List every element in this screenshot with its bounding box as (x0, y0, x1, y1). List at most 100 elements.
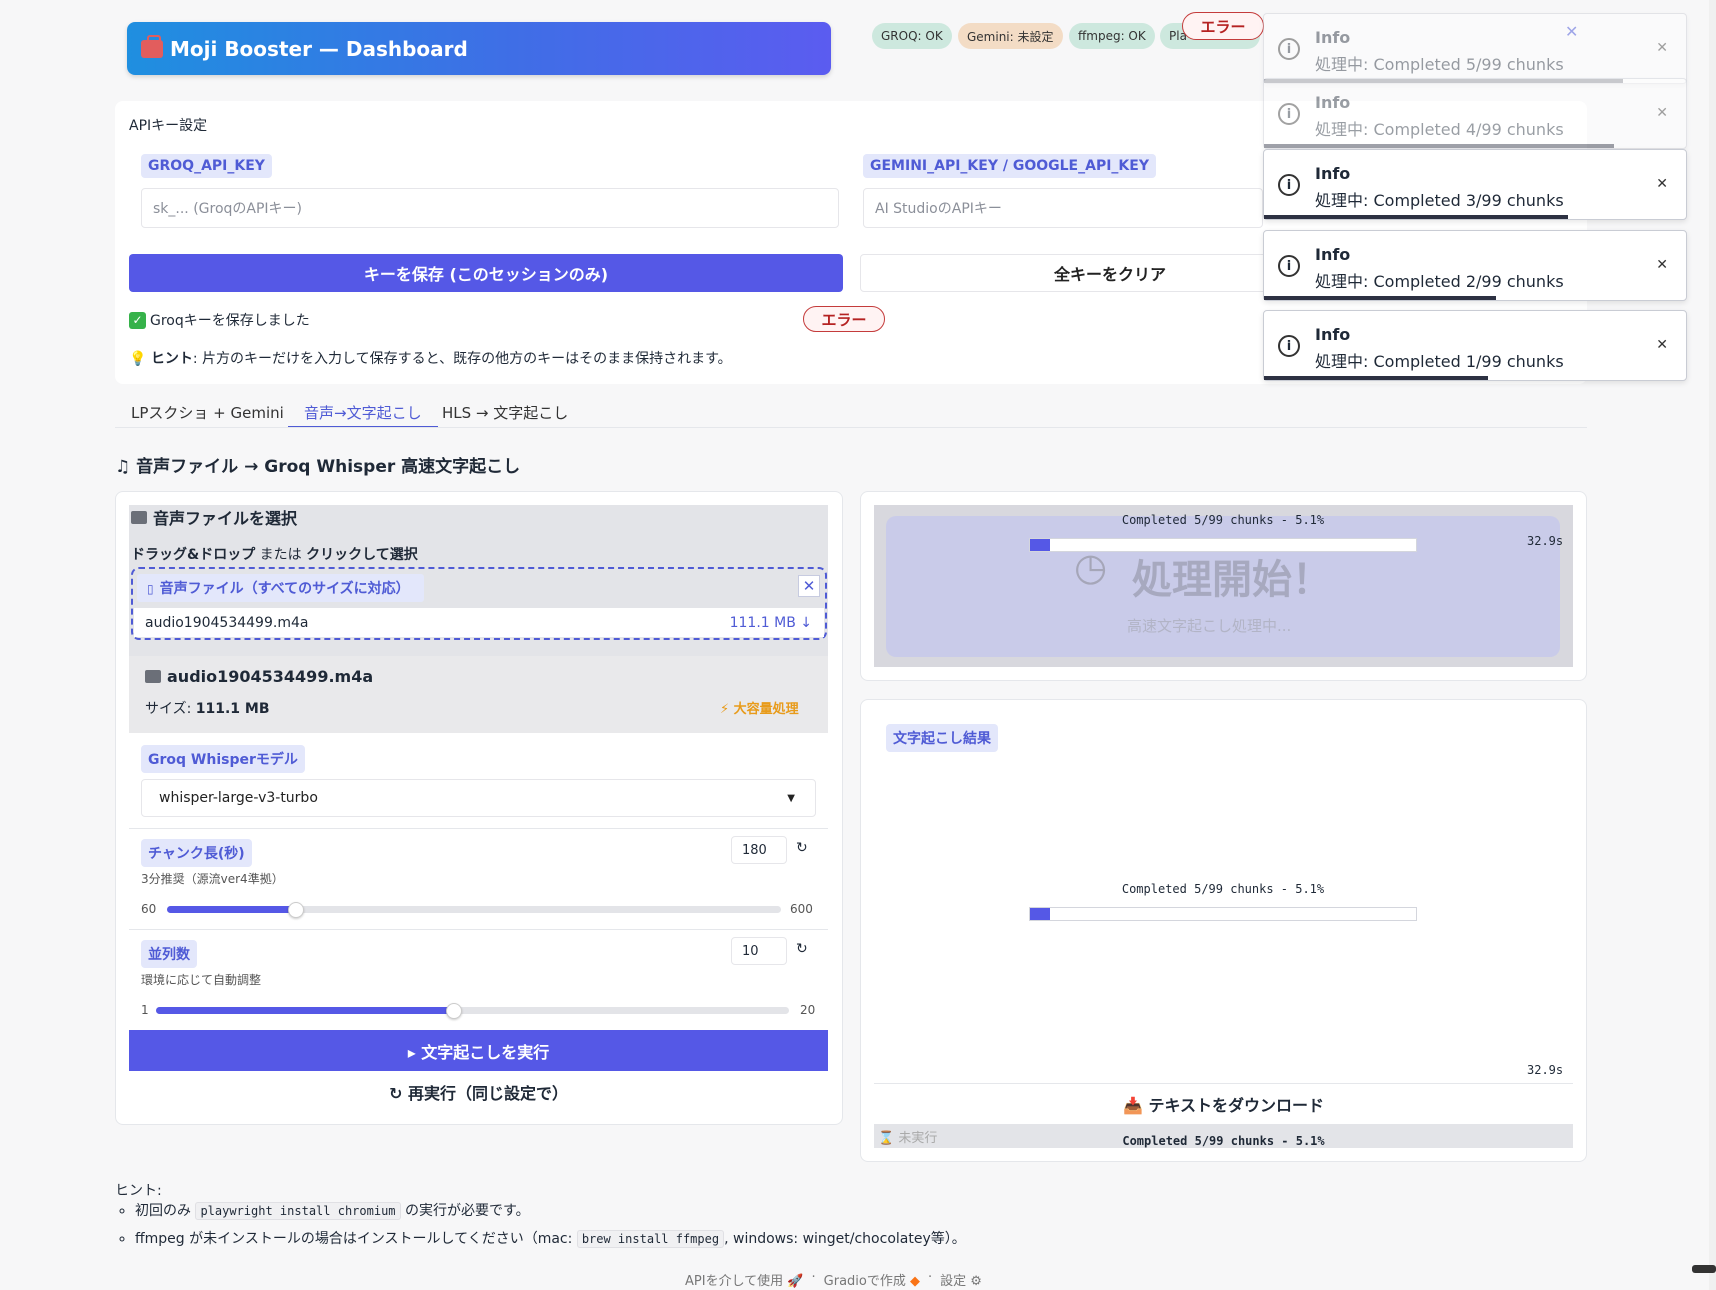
reload-icon: ↻ (389, 1084, 403, 1103)
chunk-slider-fill (167, 906, 296, 913)
app-title: Moji Booster — Dashboard (170, 36, 468, 61)
parallel-slider-fill (156, 1007, 454, 1014)
close-icon[interactable]: ✕ (1656, 40, 1668, 56)
close-icon[interactable]: ✕ (1656, 105, 1668, 121)
saved-message-text: Groqキーを保存しました (150, 313, 310, 329)
reset-icon[interactable]: ↻ (796, 840, 808, 856)
model-select[interactable]: whisper-large-v3-turbo ▼ (141, 779, 816, 817)
hint-item2-pre: ffmpeg が未インストールの場合はインストールしてください（mac: (135, 1231, 577, 1247)
file-icon: ▯ (147, 582, 154, 596)
divider (129, 828, 828, 829)
footer-separator: · (811, 1270, 816, 1285)
parallel-label: 並列数 (141, 940, 197, 968)
close-icon[interactable]: ✕ (1656, 257, 1668, 273)
lightbulb-icon: 💡 (129, 351, 147, 367)
footer-api-link[interactable]: APIを介して使用 🚀 (685, 1270, 804, 1289)
uploaded-file-size[interactable]: 111.1 MB ↓ (730, 615, 812, 631)
toast-notification[interactable]: i Info 処理中: Completed 4/99 chunks ✕ (1263, 78, 1687, 149)
close-icon[interactable]: ✕ (1656, 337, 1668, 353)
result-label: 文字起こし結果 (886, 724, 998, 752)
toast-progress (1264, 215, 1568, 219)
info-icon: i (1278, 38, 1300, 60)
footer-gradio-link[interactable]: Gradioで作成 ◆ (824, 1270, 920, 1289)
file-label-chip: ▯ 音声ファイル（すべてのサイズに対応） (137, 574, 424, 602)
gemini-key-input[interactable]: AI StudioのAPIキー (863, 188, 1263, 228)
divider (874, 1083, 1573, 1084)
tab-hls-transcribe[interactable]: HLS → 文字起こし (442, 402, 568, 428)
rerun-button[interactable]: ↻ 再実行（同じ設定で） (129, 1080, 828, 1104)
hint-item2-code: brew install ffmpeg (576, 1230, 725, 1248)
toast-message: 処理中: Completed 5/99 chunks (1315, 55, 1564, 74)
info-icon: i (1278, 174, 1300, 196)
parallel-number-input[interactable]: 10 (731, 937, 787, 965)
download-tray-icon: 📥 (1122, 1096, 1143, 1115)
toast-progress (1264, 144, 1615, 148)
toast-title: Info (1315, 28, 1351, 47)
scrollbar[interactable] (1709, 0, 1716, 1290)
gemini-status-badge: Gemini: 未設定 (958, 23, 1063, 49)
toast-notification[interactable]: i Info 処理中: Completed 3/99 chunks ✕ (1263, 149, 1687, 220)
toast-notification[interactable]: i Info 処理中: Completed 2/99 chunks ✕ (1263, 230, 1687, 301)
chunk-number-input[interactable]: 180 (731, 836, 787, 864)
scrollbar-thumb[interactable] (1692, 1265, 1716, 1273)
run-transcribe-button[interactable]: ▸ 文字起こしを実行 (129, 1030, 828, 1071)
model-value: whisper-large-v3-turbo (159, 790, 318, 806)
hint-line: 💡 ヒント: 片方のキーだけを入力して保存すると、既存の他方のキーはそのまま保持… (129, 348, 732, 368)
save-keys-button[interactable]: キーを保存 (このセッションのみ) (129, 254, 843, 292)
folder-icon (145, 670, 161, 683)
tab-audio-transcribe[interactable]: 音声→文字起こし (288, 402, 438, 428)
rerun-label: 再実行（同じ設定で） (407, 1084, 568, 1103)
chunk-slider-handle[interactable] (287, 902, 304, 918)
footer-settings-link[interactable]: 設定 ⚙ (940, 1270, 982, 1289)
parallel-max: 20 (800, 1003, 816, 1017)
groq-key-label: GROQ_API_KEY (141, 154, 272, 178)
result-progress-time: 32.9s (1527, 1063, 1564, 1077)
toolbox-icon (141, 34, 163, 58)
toast-title: Info (1315, 245, 1351, 264)
dnd-instruction: ドラッグ&ドロップ または クリックして選択 (131, 544, 418, 564)
footer-separator: · (928, 1270, 933, 1285)
close-icon[interactable]: ✕ (798, 575, 820, 597)
section-heading-text: 音声ファイル → Groq Whisper 高速文字起こし (136, 457, 521, 477)
dnd-bold-2: クリックして選択 (306, 547, 418, 563)
large-file-badge: ⚡ 大容量処理 (720, 702, 799, 717)
parallel-slider-handle[interactable] (445, 1003, 462, 1019)
section-heading: ♫ 音声ファイル → Groq Whisper 高速文字起こし (115, 452, 520, 477)
reset-icon[interactable]: ↻ (796, 941, 808, 957)
ffmpeg-status-badge: ffmpeg: OK (1069, 23, 1155, 49)
close-icon[interactable]: ✕ (1656, 176, 1668, 192)
uploaded-file-row[interactable]: audio1904534499.m4a 111.1 MB ↓ (134, 608, 824, 637)
hint-item: ffmpeg が未インストールの場合はインストールしてください（mac: bre… (135, 1228, 966, 1248)
error-pill-mid: エラー (803, 306, 885, 332)
download-label: テキストをダウンロード (1148, 1096, 1325, 1115)
chunk-desc: 3分推奨（源流ver4準拠） (141, 872, 284, 886)
tab-lp-screenshot[interactable]: LPスクショ + Gemini (131, 402, 284, 428)
toast-notification[interactable]: i Info 処理中: Completed 1/99 chunks ✕ (1263, 310, 1687, 381)
hint-item1-pre: 初回のみ (135, 1203, 196, 1219)
file-size-line: サイズ: 111.1 MB (145, 698, 270, 718)
hints-list: 初回のみ playwright install chromium の実行が必要で… (115, 1200, 966, 1256)
tab-underline (115, 427, 1587, 428)
hint-bold: ヒント (150, 351, 193, 367)
hint-item1-code: playwright install chromium (195, 1202, 401, 1220)
file-info-title: audio1904534499.m4a (145, 667, 373, 686)
toast-title: Info (1315, 93, 1351, 112)
ghost-status-sub: 高速文字起こし処理中... (1127, 617, 1292, 635)
toast-message: 処理中: Completed 4/99 chunks (1315, 120, 1564, 139)
chunk-label: チャンク長(秒) (141, 839, 252, 867)
folder-icon (131, 510, 147, 524)
footer-settings-text: 設定 (940, 1274, 967, 1289)
file-size-value: 111.1 MB (195, 701, 270, 717)
info-icon: i (1278, 103, 1300, 125)
progress-bar (1029, 538, 1417, 552)
dnd-mid: または (255, 547, 307, 563)
toast-notification[interactable]: i Info 処理中: Completed 5/99 chunks ✕ (1263, 13, 1687, 84)
download-button[interactable]: 📥 テキストをダウンロード (874, 1092, 1573, 1116)
hint-text: : 片方のキーだけを入力して保存すると、既存の他方のキーはそのまま保持されます。 (192, 351, 732, 367)
toast-progress (1264, 296, 1497, 300)
toast-message: 処理中: Completed 3/99 chunks (1315, 191, 1564, 210)
info-icon: i (1278, 335, 1300, 357)
groq-key-input[interactable]: sk_... (GroqのAPIキー) (141, 188, 839, 228)
api-section-title: APIキー設定 (129, 118, 208, 134)
footer-gradio-text: Gradioで作成 (823, 1274, 906, 1289)
